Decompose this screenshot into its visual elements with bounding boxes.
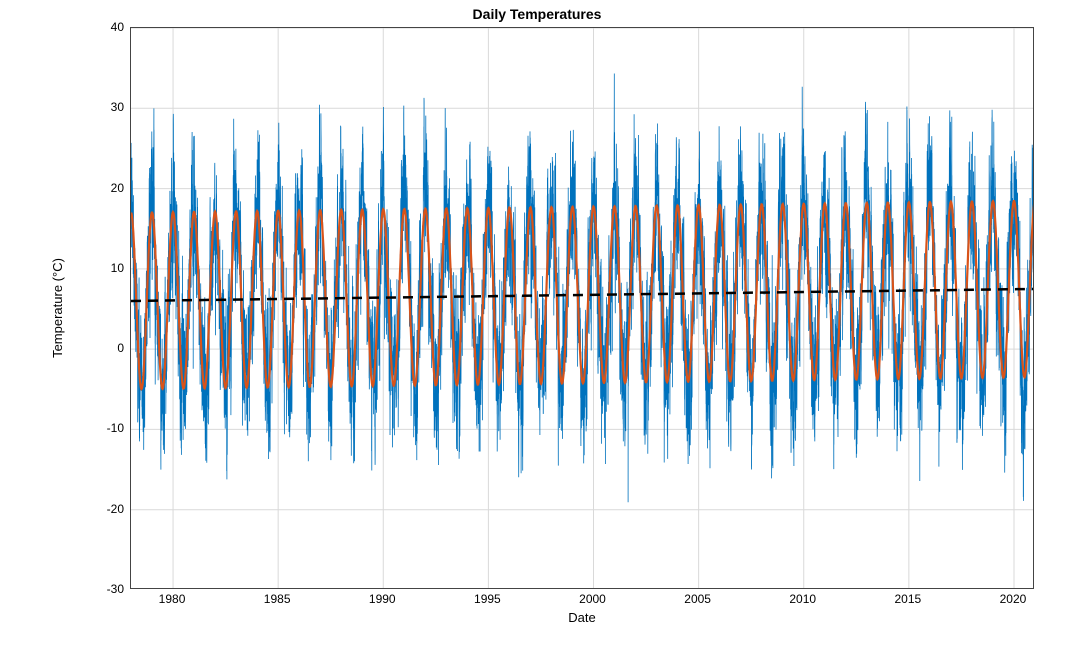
x-tick-label: 1995 [474, 592, 501, 606]
x-tick-label: 2015 [895, 592, 922, 606]
y-axis-label: Temperature (°C) [50, 27, 70, 589]
y-tick-label: 0 [84, 341, 124, 355]
x-tick-label: 1980 [159, 592, 186, 606]
x-tick-label: 1985 [264, 592, 291, 606]
y-tick-label: 30 [84, 100, 124, 114]
x-tick-label: 2000 [579, 592, 606, 606]
y-tick-label: 20 [84, 181, 124, 195]
y-tick-label: 10 [84, 261, 124, 275]
x-axis-label: Date [130, 610, 1034, 625]
y-tick-label: -10 [84, 421, 124, 435]
figure: Daily Temperatures -30 -20 -10 0 10 20 30 40 19… [0, 0, 1074, 647]
y-tick-label: -30 [84, 582, 124, 596]
x-tick-label: 1990 [369, 592, 396, 606]
chart-title: Daily Temperatures [0, 6, 1074, 22]
axes [130, 27, 1034, 589]
y-tick-label: 40 [84, 20, 124, 34]
x-tick-label: 2020 [1000, 592, 1027, 606]
x-tick-label: 2005 [684, 592, 711, 606]
y-tick-label: -20 [84, 502, 124, 516]
series-trend [131, 28, 1034, 589]
x-tick-label: 2010 [789, 592, 816, 606]
